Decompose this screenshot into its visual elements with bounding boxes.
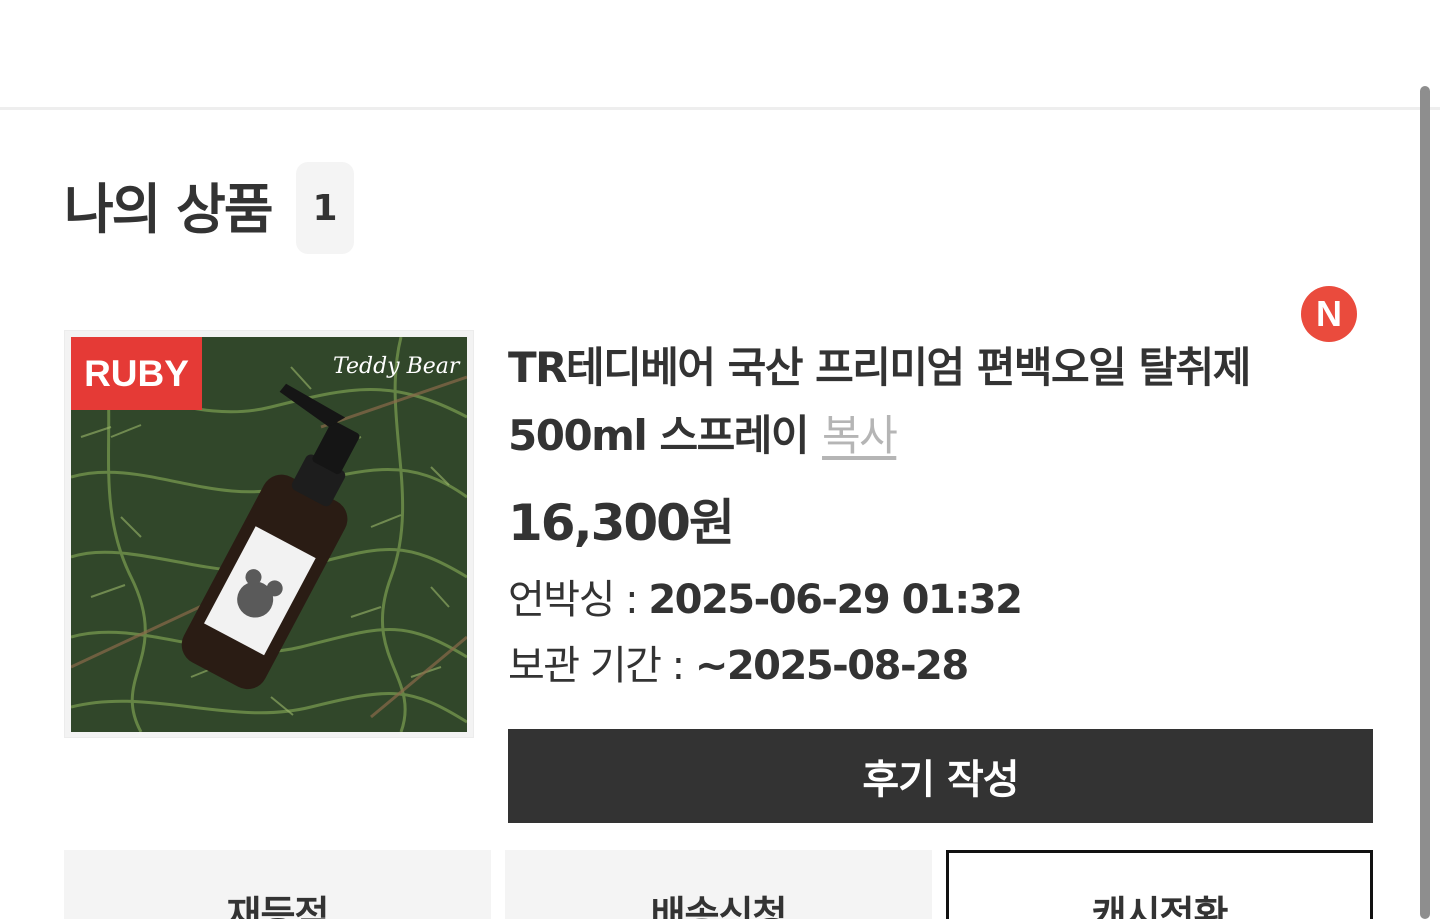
unboxing-info: 언박싱 : 2025-06-29 01:32 [508, 572, 1023, 628]
write-review-button[interactable]: 후기 작성 [508, 729, 1373, 823]
header-bar [0, 0, 1440, 110]
product-price: 16,300원 [508, 494, 735, 552]
unboxing-value: 2025-06-29 01:32 [648, 577, 1023, 623]
page-title: 나의 상품 [64, 178, 274, 241]
unboxing-label: 언박싱 : [508, 577, 649, 623]
delivery-request-button[interactable]: 배송신청 [505, 850, 932, 919]
scrollbar-thumb[interactable] [1420, 86, 1430, 919]
storage-period-value: ~2025-08-28 [694, 643, 969, 689]
grade-badge: RUBY [71, 337, 202, 410]
brand-watermark: Teddy Bear [333, 354, 461, 379]
item-count-badge: 1 [296, 162, 354, 254]
new-badge: N [1301, 286, 1357, 342]
resale-button[interactable]: 재등적 [64, 850, 491, 919]
copy-button[interactable]: 복사 [822, 411, 898, 460]
product-name: TR테디베어 국산 프리미엄 편백오일 탈취제 500ml 스프레이 복사 [508, 334, 1298, 470]
cash-convert-button[interactable]: 캐시전환 [946, 850, 1373, 919]
storage-period-label: 보관 기간 : [508, 643, 695, 689]
page: 나의 상품 1 Teddy Bear RUBY N TR테디베어 국산 프리미엄… [0, 0, 1440, 919]
storage-period-info: 보관 기간 : ~2025-08-28 [508, 638, 969, 694]
